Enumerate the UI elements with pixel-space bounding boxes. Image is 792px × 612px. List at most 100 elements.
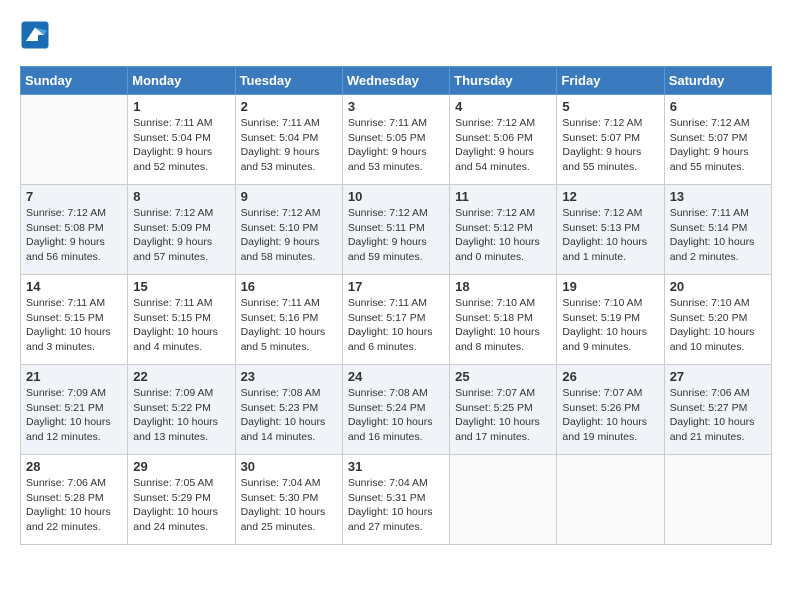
day-info: Sunrise: 7:09 AMSunset: 5:21 PMDaylight:… [26,386,122,445]
day-number: 7 [26,189,122,204]
day-info: Sunrise: 7:11 AMSunset: 5:14 PMDaylight:… [670,206,766,265]
day-number: 18 [455,279,551,294]
day-info: Sunrise: 7:12 AMSunset: 5:08 PMDaylight:… [26,206,122,265]
day-info: Sunrise: 7:12 AMSunset: 5:10 PMDaylight:… [241,206,337,265]
calendar-cell: 3 Sunrise: 7:11 AMSunset: 5:05 PMDaylight… [342,95,449,185]
day-number: 4 [455,99,551,114]
day-info: Sunrise: 7:07 AMSunset: 5:26 PMDaylight:… [562,386,658,445]
calendar-cell: 11Sunrise: 7:12 AMSunset: 5:12 PMDayligh… [450,185,557,275]
day-info: Sunrise: 7:09 AMSunset: 5:22 PMDaylight:… [133,386,229,445]
day-info: Sunrise: 7:12 AMSunset: 5:06 PMDaylight:… [455,116,551,175]
calendar-cell: 21 Sunrise: 7:09 AMSunset: 5:21 PMDayligh… [21,365,128,455]
day-number: 25 [455,369,551,384]
day-number: 8 [133,189,229,204]
day-info: Sunrise: 7:12 AMSunset: 5:12 PMDaylight:… [455,206,551,265]
day-info: Sunrise: 7:10 AMSunset: 5:20 PMDaylight:… [670,296,766,355]
day-info: Sunrise: 7:05 AMSunset: 5:29 PMDaylight:… [133,476,229,535]
calendar-cell: 13 Sunrise: 7:11 AMSunset: 5:14 PMDayligh… [664,185,771,275]
logo-icon [20,20,50,50]
day-number: 12 [562,189,658,204]
calendar-cell: 17 Sunrise: 7:11 AMSunset: 5:17 PMDayligh… [342,275,449,365]
day-number: 27 [670,369,766,384]
day-info: Sunrise: 7:10 AMSunset: 5:18 PMDaylight:… [455,296,551,355]
calendar-week-row: 7 Sunrise: 7:12 AMSunset: 5:08 PMDaylight… [21,185,772,275]
calendar-cell: 25 Sunrise: 7:07 AMSunset: 5:25 PMDayligh… [450,365,557,455]
day-number: 17 [348,279,444,294]
day-number: 5 [562,99,658,114]
day-info: Sunrise: 7:12 AMSunset: 5:07 PMDaylight:… [670,116,766,175]
calendar-cell: 19Sunrise: 7:10 AMSunset: 5:19 PMDayligh… [557,275,664,365]
calendar-week-row: 28 Sunrise: 7:06 AMSunset: 5:28 PMDayligh… [21,455,772,545]
day-info: Sunrise: 7:11 AMSunset: 5:04 PMDaylight:… [241,116,337,175]
day-number: 9 [241,189,337,204]
weekday-header-monday: Monday [128,67,235,95]
day-number: 28 [26,459,122,474]
calendar-cell: 10 Sunrise: 7:12 AMSunset: 5:11 PMDayligh… [342,185,449,275]
day-number: 21 [26,369,122,384]
calendar-cell: 8 Sunrise: 7:12 AMSunset: 5:09 PMDaylight… [128,185,235,275]
calendar-cell [664,455,771,545]
calendar-cell: 20Sunrise: 7:10 AMSunset: 5:20 PMDayligh… [664,275,771,365]
day-number: 15 [133,279,229,294]
day-number: 3 [348,99,444,114]
day-number: 26 [562,369,658,384]
calendar-cell: 7 Sunrise: 7:12 AMSunset: 5:08 PMDaylight… [21,185,128,275]
day-info: Sunrise: 7:12 AMSunset: 5:09 PMDaylight:… [133,206,229,265]
calendar-week-row: 21 Sunrise: 7:09 AMSunset: 5:21 PMDayligh… [21,365,772,455]
calendar-cell: 31 Sunrise: 7:04 AMSunset: 5:31 PMDayligh… [342,455,449,545]
day-number: 6 [670,99,766,114]
weekday-header-friday: Friday [557,67,664,95]
day-number: 24 [348,369,444,384]
day-info: Sunrise: 7:10 AMSunset: 5:19 PMDaylight:… [562,296,658,355]
calendar-cell: 30 Sunrise: 7:04 AMSunset: 5:30 PMDayligh… [235,455,342,545]
day-info: Sunrise: 7:12 AMSunset: 5:13 PMDaylight:… [562,206,658,265]
calendar-week-row: 14 Sunrise: 7:11 AMSunset: 5:15 PMDayligh… [21,275,772,365]
day-info: Sunrise: 7:04 AMSunset: 5:31 PMDaylight:… [348,476,444,535]
calendar-cell: 26 Sunrise: 7:07 AMSunset: 5:26 PMDayligh… [557,365,664,455]
day-info: Sunrise: 7:11 AMSunset: 5:04 PMDaylight:… [133,116,229,175]
calendar-cell: 15 Sunrise: 7:11 AMSunset: 5:15 PMDayligh… [128,275,235,365]
day-info: Sunrise: 7:08 AMSunset: 5:23 PMDaylight:… [241,386,337,445]
calendar-cell: 27Sunrise: 7:06 AMSunset: 5:27 PMDayligh… [664,365,771,455]
calendar-cell: 1 Sunrise: 7:11 AMSunset: 5:04 PMDaylight… [128,95,235,185]
day-info: Sunrise: 7:11 AMSunset: 5:05 PMDaylight:… [348,116,444,175]
day-number: 14 [26,279,122,294]
calendar-cell: 22 Sunrise: 7:09 AMSunset: 5:22 PMDayligh… [128,365,235,455]
calendar-cell [557,455,664,545]
day-number: 31 [348,459,444,474]
calendar-cell: 14 Sunrise: 7:11 AMSunset: 5:15 PMDayligh… [21,275,128,365]
calendar-week-row: 1 Sunrise: 7:11 AMSunset: 5:04 PMDaylight… [21,95,772,185]
calendar-cell: 6 Sunrise: 7:12 AMSunset: 5:07 PMDaylight… [664,95,771,185]
day-info: Sunrise: 7:11 AMSunset: 5:15 PMDaylight:… [133,296,229,355]
day-info: Sunrise: 7:11 AMSunset: 5:17 PMDaylight:… [348,296,444,355]
page-header [20,20,772,50]
day-number: 22 [133,369,229,384]
day-number: 10 [348,189,444,204]
day-info: Sunrise: 7:12 AMSunset: 5:11 PMDaylight:… [348,206,444,265]
day-info: Sunrise: 7:12 AMSunset: 5:07 PMDaylight:… [562,116,658,175]
day-info: Sunrise: 7:11 AMSunset: 5:15 PMDaylight:… [26,296,122,355]
calendar-cell: 4 Sunrise: 7:12 AMSunset: 5:06 PMDaylight… [450,95,557,185]
day-info: Sunrise: 7:07 AMSunset: 5:25 PMDaylight:… [455,386,551,445]
day-number: 29 [133,459,229,474]
day-info: Sunrise: 7:04 AMSunset: 5:30 PMDaylight:… [241,476,337,535]
calendar-cell: 5 Sunrise: 7:12 AMSunset: 5:07 PMDaylight… [557,95,664,185]
calendar-cell: 29 Sunrise: 7:05 AMSunset: 5:29 PMDayligh… [128,455,235,545]
weekday-header-sunday: Sunday [21,67,128,95]
day-info: Sunrise: 7:08 AMSunset: 5:24 PMDaylight:… [348,386,444,445]
day-number: 1 [133,99,229,114]
day-number: 13 [670,189,766,204]
weekday-header-tuesday: Tuesday [235,67,342,95]
day-info: Sunrise: 7:06 AMSunset: 5:28 PMDaylight:… [26,476,122,535]
day-number: 30 [241,459,337,474]
logo [20,20,54,50]
calendar-table: SundayMondayTuesdayWednesdayThursdayFrid… [20,66,772,545]
calendar-cell [450,455,557,545]
calendar-cell [21,95,128,185]
weekday-header-wednesday: Wednesday [342,67,449,95]
calendar-cell: 24 Sunrise: 7:08 AMSunset: 5:24 PMDayligh… [342,365,449,455]
weekday-header-thursday: Thursday [450,67,557,95]
calendar-cell: 28 Sunrise: 7:06 AMSunset: 5:28 PMDayligh… [21,455,128,545]
weekday-header-row: SundayMondayTuesdayWednesdayThursdayFrid… [21,67,772,95]
calendar-cell: 12 Sunrise: 7:12 AMSunset: 5:13 PMDayligh… [557,185,664,275]
